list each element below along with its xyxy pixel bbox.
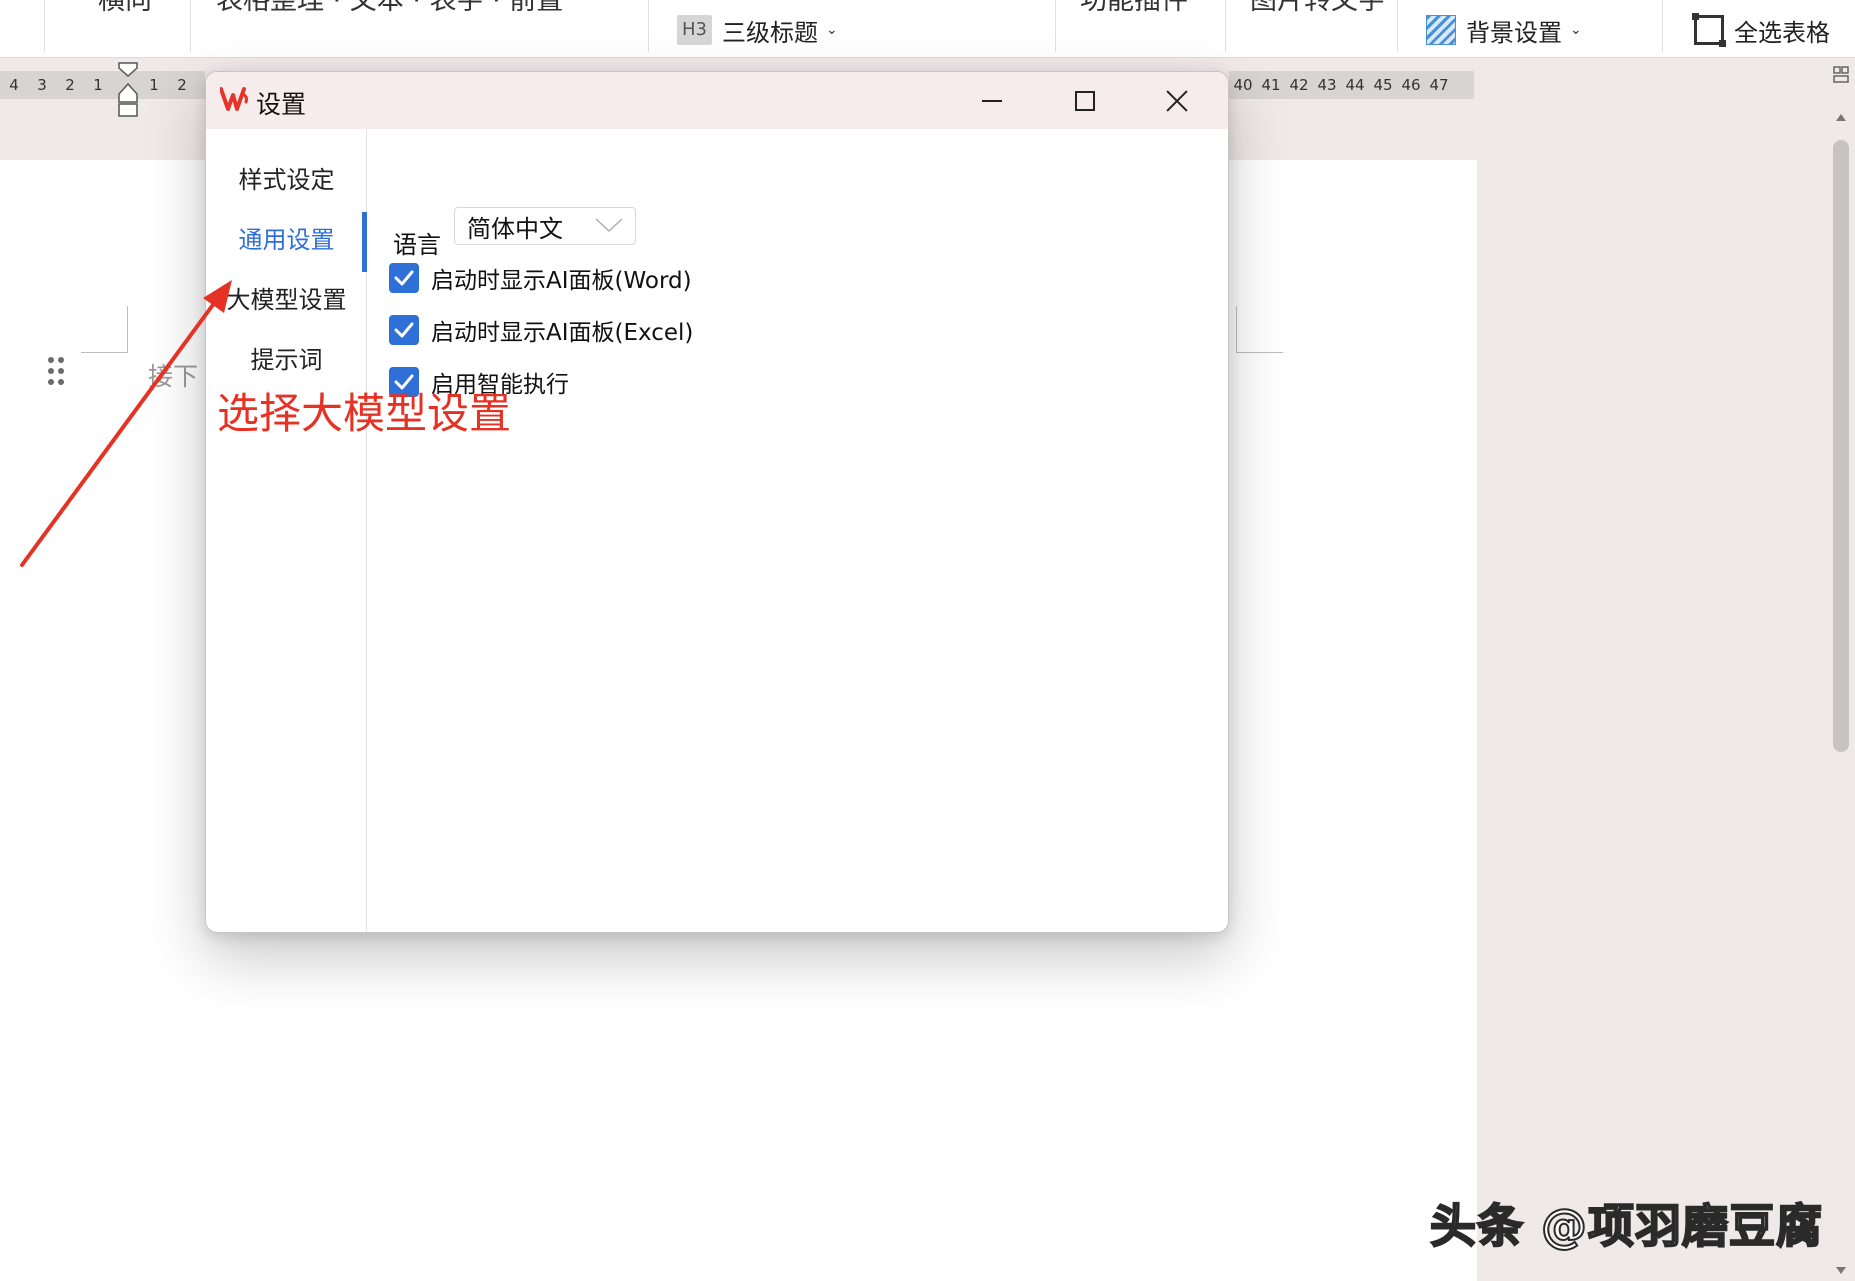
ruler-tick-label: 45 [1373, 76, 1393, 94]
toolbar-separator [648, 0, 649, 52]
ruler-tick-label: 41 [1261, 76, 1281, 94]
ruler-tick-label: 46 [1401, 76, 1421, 94]
page-view-icon[interactable] [1833, 66, 1849, 84]
settings-dialog: 设置 样式设定 通用设置 大模型设置 提示词 语言 简体中文 启动时显示AI面板… [205, 71, 1229, 933]
toolbar-item-cut[interactable]: 功能插件 [1080, 0, 1188, 17]
vertical-scrollbar[interactable] [1827, 60, 1855, 1281]
toolbar-separator [1397, 0, 1398, 52]
chevron-down-icon: ⌄ [826, 22, 838, 38]
nav-item-general-settings[interactable]: 通用设置 [206, 212, 367, 272]
page-margin-corner [81, 306, 128, 353]
chevron-down-icon [595, 218, 623, 232]
toolbar-separator [1055, 0, 1056, 52]
heading3-label: 三级标题 [722, 18, 818, 47]
annotation-text: 选择大模型设置 [217, 389, 512, 438]
ruler-tick-label: 40 [1233, 76, 1253, 94]
language-label: 语言 [393, 231, 441, 259]
checkmark-icon [394, 322, 414, 338]
block-drag-handle-icon[interactable] [48, 357, 66, 387]
dialog-title: 设置 [256, 90, 307, 119]
h3-icon: H3 [677, 15, 712, 45]
toolbar-item-cut[interactable]: 图片转文字 [1250, 0, 1385, 17]
ruler-tick-label: 1 [149, 76, 159, 94]
ruler-tick-label: 4 [9, 76, 19, 94]
option-label: 启动时显示AI面板(Word) [431, 268, 692, 294]
checkbox-checked[interactable] [389, 263, 419, 293]
language-select[interactable]: 简体中文 [454, 207, 636, 245]
heading3-button[interactable]: H3 三级标题 ⌄ [677, 11, 838, 49]
ruler-tick-label: 47 [1429, 76, 1449, 94]
option-show-ai-panel-excel[interactable]: 启动时显示AI面板(Excel) [389, 314, 693, 346]
minimize-button[interactable] [953, 72, 1031, 129]
indent-marker-icon[interactable] [118, 62, 138, 118]
option-show-ai-panel-word[interactable]: 启动时显示AI面板(Word) [389, 262, 692, 294]
close-button[interactable] [1138, 72, 1216, 129]
settings-content-panel: 语言 简体中文 启动时显示AI面板(Word) 启动时显示AI面板(Excel)… [368, 129, 1228, 932]
ruler-tick-label: 1 [93, 76, 103, 94]
settings-sidebar: 样式设定 通用设置 大模型设置 提示词 [206, 129, 367, 932]
document-text[interactable]: 接下 [148, 357, 198, 393]
maximize-button[interactable] [1046, 72, 1124, 129]
ruler-tick-label: 2 [177, 76, 187, 94]
horizontal-ruler-right[interactable]: 40 41 42 43 44 45 46 47 [1229, 71, 1474, 99]
toolbar-separator [1225, 0, 1226, 52]
nav-item-model-settings[interactable]: 大模型设置 [206, 272, 367, 322]
watermark-text: 头条 @项羽磨豆腐 [1429, 1198, 1824, 1254]
option-label: 启动时显示AI面板(Excel) [431, 320, 694, 346]
checkbox-checked[interactable] [389, 315, 419, 345]
toolbar-separator [44, 0, 45, 52]
select-table-icon [1692, 13, 1726, 47]
minimize-icon [982, 99, 1002, 102]
page-margin-corner [1236, 306, 1283, 353]
toolbar-item-cut[interactable]: 横向 [98, 0, 152, 17]
ruler-tick-label: 42 [1289, 76, 1309, 94]
background-pattern-icon [1426, 15, 1456, 45]
background-settings-label: 背景设置 [1466, 18, 1562, 47]
language-select-value: 简体中文 [467, 214, 563, 243]
select-all-table-button[interactable]: 全选表格 [1692, 11, 1830, 49]
dialog-titlebar[interactable]: 设置 [206, 72, 1228, 129]
ruler-tick-label: 2 [65, 76, 75, 94]
checkmark-icon [394, 270, 414, 286]
scroll-down-arrow-icon[interactable] [1835, 1266, 1847, 1276]
background-settings-button[interactable]: 背景设置 ⌄ [1426, 11, 1582, 49]
select-all-table-label: 全选表格 [1734, 18, 1830, 47]
nav-item-prompts[interactable]: 提示词 [206, 332, 367, 382]
toolbar-item-cut[interactable]: 表格整理 · 文本 · 表字 · 前置 [216, 0, 563, 17]
ribbon-toolbar: 横向 表格整理 · 文本 · 表字 · 前置 H3 三级标题 ⌄ 功能插件 图片… [0, 0, 1855, 58]
toolbar-separator [1662, 0, 1663, 52]
ruler-tick-label: 44 [1345, 76, 1365, 94]
toolbar-separator [190, 0, 191, 52]
close-icon [1166, 90, 1188, 112]
chevron-down-icon: ⌄ [1570, 22, 1582, 38]
scroll-up-arrow-icon[interactable] [1835, 112, 1847, 122]
maximize-icon [1075, 90, 1095, 111]
scrollbar-thumb[interactable] [1833, 140, 1849, 752]
ruler-tick-label: 43 [1317, 76, 1337, 94]
ruler-tick-label: 3 [37, 76, 47, 94]
wps-logo-icon [220, 87, 248, 111]
nav-item-style-settings[interactable]: 样式设定 [206, 152, 367, 202]
horizontal-ruler-left[interactable]: 4 3 2 1 1 2 [0, 71, 205, 99]
